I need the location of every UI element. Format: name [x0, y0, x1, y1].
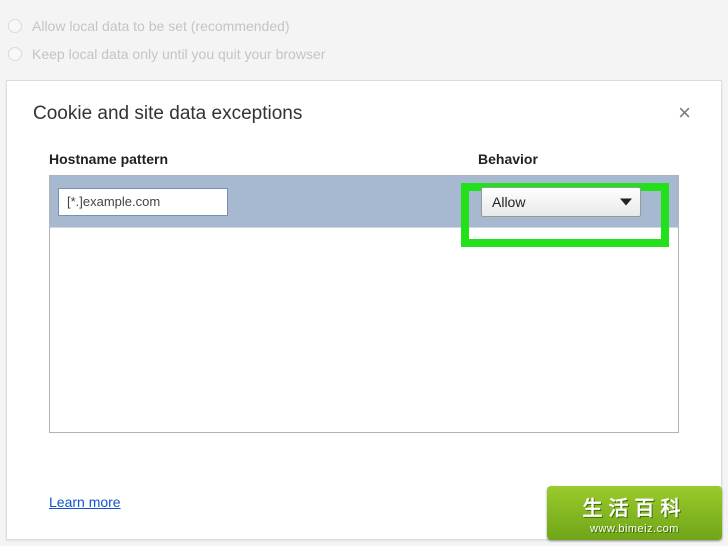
header-behavior: Behavior [474, 151, 679, 167]
close-icon[interactable]: × [674, 103, 695, 123]
watermark-stamp: 生活百科 www.bimeiz.com [547, 486, 722, 540]
exception-row[interactable]: Allow [50, 176, 678, 228]
behavior-cell: Allow [485, 187, 670, 217]
learn-more-link[interactable]: Learn more [49, 494, 121, 510]
behavior-select[interactable]: Allow [481, 187, 641, 217]
watermark-url: www.bimeiz.com [590, 523, 679, 535]
behavior-select-value: Allow [492, 194, 525, 210]
modal-header: Cookie and site data exceptions × [7, 81, 721, 143]
column-headers: Hostname pattern Behavior [7, 143, 721, 175]
header-hostname: Hostname pattern [49, 151, 474, 167]
cookie-exceptions-modal: Cookie and site data exceptions × Hostna… [6, 80, 722, 540]
hostname-input[interactable] [58, 188, 228, 216]
watermark-text: 生活百科 [583, 492, 687, 521]
exceptions-list: Allow [49, 175, 679, 433]
modal-title: Cookie and site data exceptions [33, 103, 674, 125]
hostname-cell [58, 188, 485, 216]
chevron-down-icon [620, 198, 632, 205]
